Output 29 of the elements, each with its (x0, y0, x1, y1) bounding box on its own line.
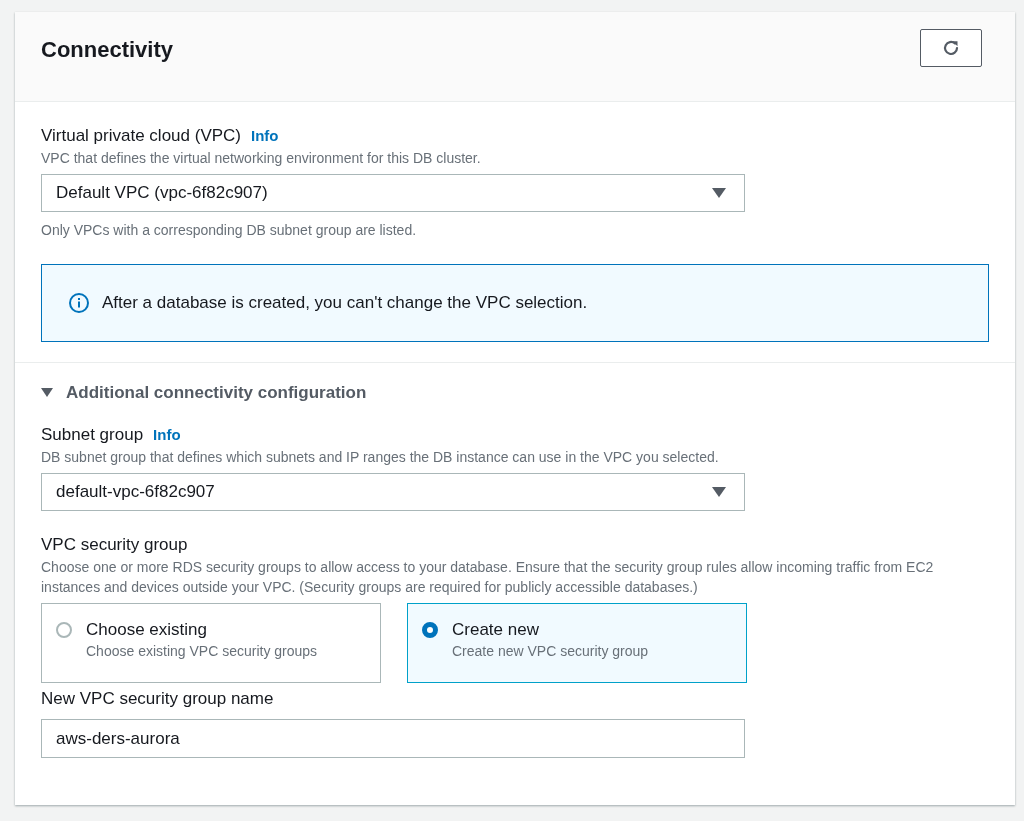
field-label: New VPC security group name (41, 688, 275, 710)
field-description: VPC that defines the virtual networking environment for this DB cluster. (41, 149, 482, 168)
radio-button[interactable] (56, 622, 72, 638)
caret-icon (41, 388, 53, 398)
alert-text: After a database is created, you can't change the VPC selection. (102, 293, 588, 313)
vpc-select[interactable]: Default VPC (vpc-6f82c907) (41, 174, 745, 212)
input-field[interactable]: aws-ders-aurora (41, 719, 745, 758)
caret-icon (712, 487, 726, 497)
radio-tile[interactable]: Create new Create new VPC security group (407, 603, 747, 683)
subnet-group-select[interactable]: default-vpc-6f82c907 (41, 473, 745, 511)
field-description: Choose one or more RDS security groups to allow access to your database. Ensure that the security group rules allow incoming traffic from EC2 instances and devices outside your VPC. (Security groups are required for publicly accessible databases.) (41, 558, 935, 597)
caret-icon (712, 188, 726, 198)
field-description: DB subnet group that defines which subnets and IP ranges the DB instance can use in the VPC you selected. (41, 448, 720, 467)
radio-tile[interactable]: Choose existing Choose existing VPC security groups (41, 603, 381, 683)
field-label: Subnet group (41, 424, 144, 446)
option-title: Choose existing (86, 620, 208, 640)
info-link[interactable]: Info (251, 127, 279, 144)
panel-title: Connectivity (41, 36, 174, 63)
radio-button[interactable] (422, 622, 438, 638)
option-title: Create new (452, 620, 540, 640)
expander-toggle[interactable]: Additional connectivity configuration (41, 383, 989, 403)
option-description: Choose existing VPC security groups (86, 643, 318, 659)
info-link[interactable]: Info (153, 426, 181, 443)
field-label: VPC security group (41, 534, 189, 556)
field-hint: Only VPCs with a corresponding DB subnet group are listed. (41, 221, 418, 240)
option-description: Create new VPC security group (452, 643, 649, 659)
info-icon (68, 292, 90, 314)
field-label: Virtual private cloud (VPC) (41, 125, 241, 147)
refresh-button[interactable] (920, 28, 982, 67)
